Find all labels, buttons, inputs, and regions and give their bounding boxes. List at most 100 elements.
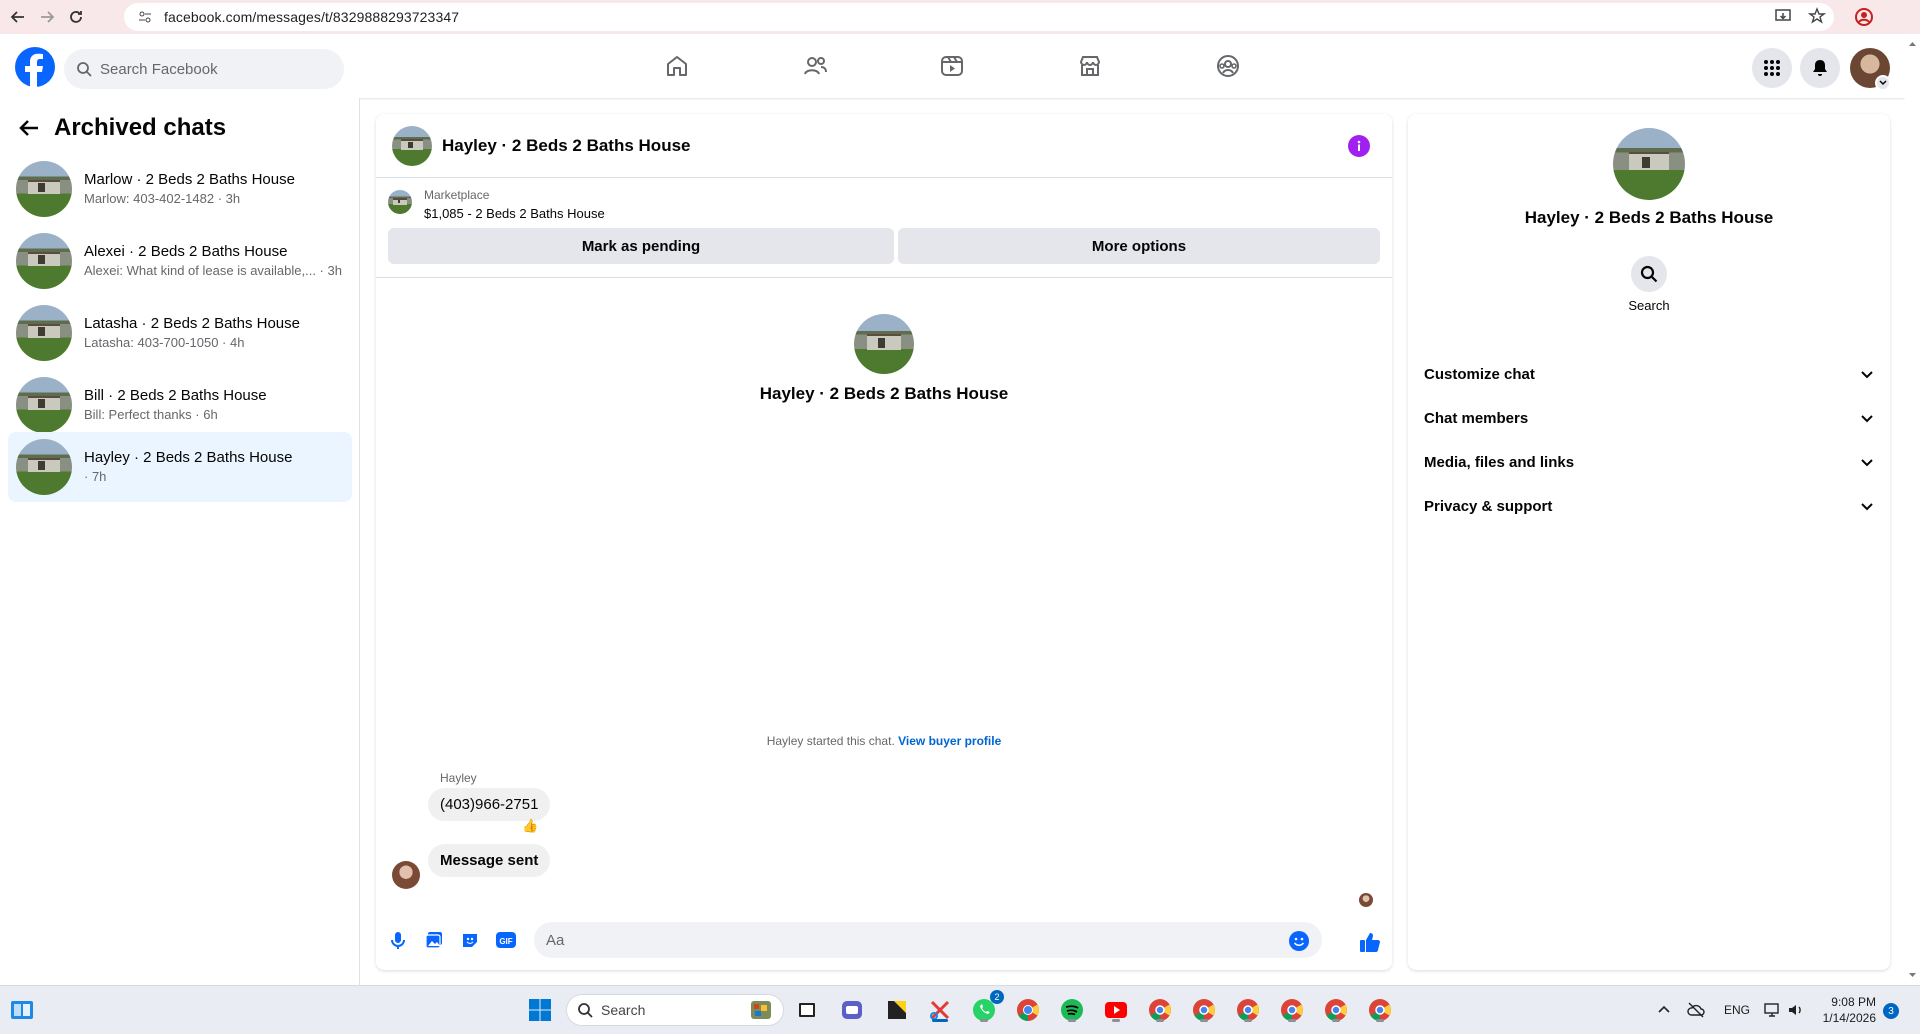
microphone-icon[interactable] xyxy=(386,928,410,952)
listing-thumbnail-small[interactable] xyxy=(388,190,412,214)
chat-list-item[interactable]: Bill · 2 Beds 2 Baths House Bill: Perfec… xyxy=(8,370,352,440)
chrome-profile-icon[interactable] xyxy=(1234,996,1262,1024)
sender-avatar[interactable] xyxy=(392,861,420,889)
chrome-profile-icon[interactable] xyxy=(1322,996,1350,1024)
facebook-search-input[interactable]: Search Facebook xyxy=(64,49,344,89)
listing-thumbnail xyxy=(16,439,72,495)
archived-chats-panel: Archived chats Marlow · 2 Beds 2 Baths H… xyxy=(0,98,360,985)
chrome-profile-icon[interactable] xyxy=(1278,996,1306,1024)
chrome-profile-icon[interactable] xyxy=(1146,996,1174,1024)
taskbar-clock[interactable]: 9:08 PM 1/14/2026 xyxy=(1820,994,1876,1026)
volume-icon[interactable] xyxy=(1782,996,1810,1024)
message-input[interactable]: Aa xyxy=(534,922,1322,958)
show-hidden-icons-chevron-icon[interactable] xyxy=(1650,996,1678,1024)
marketplace-bar: Marketplace $1,085 - 2 Beds 2 Baths Hous… xyxy=(376,178,1392,278)
chat-list-item[interactable]: Marlow · 2 Beds 2 Baths House Marlow: 40… xyxy=(8,154,352,224)
profile-name: Hayley · 2 Beds 2 Baths House xyxy=(759,384,1009,403)
gif-icon[interactable]: GIF xyxy=(494,928,518,952)
video-icon[interactable] xyxy=(935,49,969,83)
install-app-icon[interactable] xyxy=(1774,7,1792,25)
page-scrollbar[interactable] xyxy=(1905,34,1920,985)
spotify-icon[interactable] xyxy=(1058,996,1086,1024)
chat-list-item-active[interactable]: Hayley · 2 Beds 2 Baths House · 7h xyxy=(8,432,352,502)
marketplace-label: Marketplace xyxy=(424,188,490,202)
chat-snippet: Alexei: What kind of lease is available,… xyxy=(84,263,342,278)
conversation-thumbnail[interactable] xyxy=(392,125,432,166)
friends-icon[interactable] xyxy=(798,49,832,83)
whatsapp-badge: 2 xyxy=(990,990,1004,1004)
sender-name: Hayley xyxy=(440,771,477,785)
section-label: Chat members xyxy=(1424,409,1529,427)
section-label: Media, files and links xyxy=(1424,453,1575,471)
snipping-tool-icon[interactable] xyxy=(926,996,954,1024)
emoji-icon[interactable] xyxy=(1288,930,1310,952)
profile-thumbnail[interactable] xyxy=(854,314,914,374)
sticker-icon[interactable] xyxy=(458,928,482,952)
chevron-down-icon xyxy=(1861,371,1873,379)
mark-as-pending-button[interactable]: Mark as pending xyxy=(388,228,894,264)
chat-list-item[interactable]: Alexei · 2 Beds 2 Baths House Alexei: Wh… xyxy=(8,226,352,296)
details-thumbnail[interactable] xyxy=(1613,128,1685,200)
widgets-icon[interactable] xyxy=(8,996,36,1024)
url-text[interactable]: facebook.com/messages/t/8329888293723347 xyxy=(164,9,459,25)
conversation-profile: Hayley · 2 Beds 2 Baths House xyxy=(376,314,1392,404)
customize-chat-section[interactable]: Customize chat xyxy=(1416,354,1882,394)
chat-list-item[interactable]: Latasha · 2 Beds 2 Baths House Latasha: … xyxy=(8,298,352,368)
chat-members-section[interactable]: Chat members xyxy=(1416,398,1882,438)
site-settings-icon[interactable] xyxy=(138,10,152,24)
chat-name: Latasha · 2 Beds 2 Baths House xyxy=(84,315,300,332)
thumbs-up-reaction-icon[interactable]: 👍 xyxy=(522,818,538,834)
more-options-button[interactable]: More options xyxy=(898,228,1380,264)
onedrive-offline-icon[interactable] xyxy=(1682,996,1710,1024)
chrome-icon[interactable] xyxy=(1014,996,1042,1024)
info-icon[interactable] xyxy=(1348,135,1370,157)
home-icon[interactable] xyxy=(660,49,694,83)
photo-icon[interactable] xyxy=(422,928,446,952)
address-bar[interactable]: facebook.com/messages/t/8329888293723347 xyxy=(124,3,1834,31)
facebook-logo-icon[interactable] xyxy=(15,47,55,87)
sticky-notes-icon[interactable] xyxy=(883,996,911,1024)
youtube-icon[interactable] xyxy=(1102,996,1130,1024)
archived-header: Archived chats xyxy=(18,114,226,142)
menu-grid-icon[interactable] xyxy=(1752,48,1792,88)
search-icon xyxy=(1640,265,1658,283)
back-arrow-icon[interactable] xyxy=(18,117,40,139)
chevron-down-icon[interactable] xyxy=(1875,75,1891,91)
chat-details-panel: Hayley · 2 Beds 2 Baths House Search Cus… xyxy=(1408,114,1890,970)
conversation-panel: Hayley · 2 Beds 2 Baths House Marketplac… xyxy=(376,114,1392,970)
bookmark-star-icon[interactable] xyxy=(1808,7,1826,25)
chat-name: Marlow · 2 Beds 2 Baths House xyxy=(84,171,295,188)
listing-title[interactable]: $1,085 - 2 Beds 2 Baths House xyxy=(424,206,605,221)
search-in-conversation-button[interactable] xyxy=(1631,256,1667,292)
view-buyer-profile-link[interactable]: View buyer profile xyxy=(898,734,1001,748)
notifications-bell-icon[interactable] xyxy=(1800,48,1840,88)
teams-chat-icon[interactable] xyxy=(838,996,866,1024)
message-bubble[interactable]: Message sent xyxy=(428,844,551,877)
reload-icon[interactable] xyxy=(58,0,94,34)
search-icon xyxy=(77,62,92,77)
chrome-profile-icon[interactable] xyxy=(1190,996,1218,1024)
language-indicator[interactable]: ENG xyxy=(1720,996,1754,1024)
chrome-profile-icon[interactable] xyxy=(1366,996,1394,1024)
media-files-links-section[interactable]: Media, files and links xyxy=(1416,442,1882,482)
conversation-title[interactable]: Hayley · 2 Beds 2 Baths House xyxy=(442,136,690,156)
thumbs-up-send-icon[interactable] xyxy=(1358,930,1382,954)
notification-center-badge[interactable]: 3 xyxy=(1883,1003,1899,1019)
search-icon xyxy=(578,1003,593,1018)
privacy-support-section[interactable]: Privacy & support xyxy=(1416,486,1882,526)
whatsapp-icon[interactable]: 2 xyxy=(970,990,1004,1024)
listing-thumbnail xyxy=(16,161,72,217)
groups-icon[interactable] xyxy=(1211,49,1245,83)
taskbar-search-input[interactable]: Search xyxy=(566,994,784,1026)
windows-start-icon[interactable] xyxy=(526,996,554,1024)
search-highlight-icon xyxy=(751,1001,771,1019)
browser-chrome: facebook.com/messages/t/8329888293723347 xyxy=(0,0,1920,34)
chat-snippet: · 7h xyxy=(84,469,107,484)
task-view-icon[interactable] xyxy=(793,996,821,1024)
listing-thumbnail xyxy=(16,233,72,289)
chat-started-notice: Hayley started this chat. View buyer pro… xyxy=(376,734,1392,748)
browser-profile-icon[interactable] xyxy=(1854,7,1874,27)
message-bubble[interactable]: (403)966-2751 xyxy=(428,788,551,821)
marketplace-icon[interactable] xyxy=(1073,49,1107,83)
chat-snippet: Latasha: 403-700-1050 · 4h xyxy=(84,335,245,350)
